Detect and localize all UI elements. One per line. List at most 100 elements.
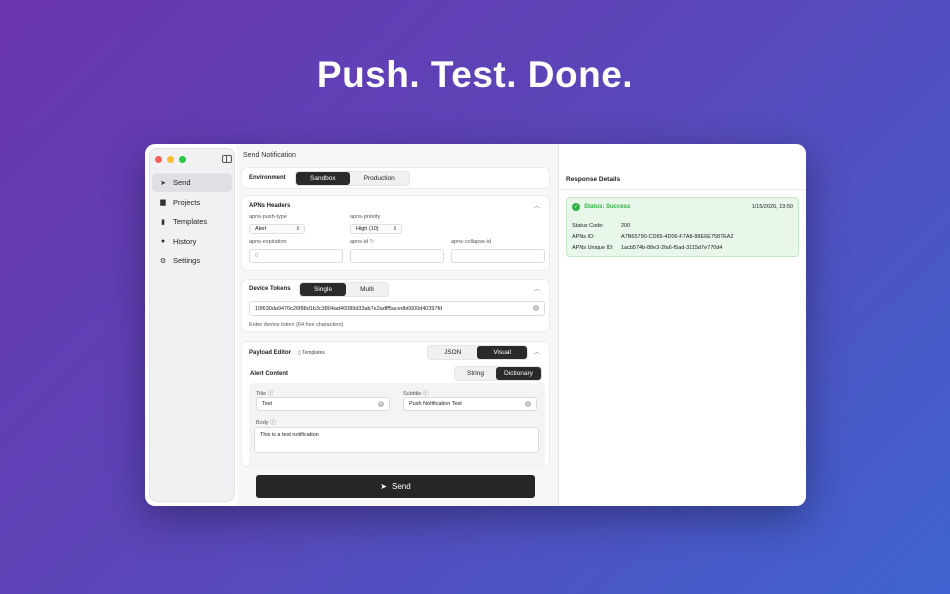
refresh-icon[interactable]: ↻ [370,239,375,245]
priority-value: High (10) [356,226,379,232]
info-icon: ⓘ [270,420,276,426]
paper-plane-icon: ➤ [160,179,166,187]
apns-unique-id-row: APNs Unique ID: 1acb574b-88e3-2fa6-f5ad-… [572,245,722,251]
apns-headers-card: APNs Headers ︿ apns-push-type Alert ⇕ ap… [241,195,550,271]
document-icon: ▯ [298,350,301,356]
payload-mode-selector: JSON Visual [427,345,528,360]
payload-mode-visual[interactable]: Visual [477,346,527,359]
sidebar-item-label: Send [173,178,191,187]
gear-icon: ⚙ [159,257,167,265]
apns-id-field[interactable] [350,249,444,263]
title-label: Title ⓘ [256,389,273,397]
content-type-dictionary[interactable]: Dictionary [495,367,541,380]
environment-selector: Sandbox Production [295,171,410,186]
apns-id-label-text: apns-id [350,239,369,245]
push-type-label: apns-push-type [249,214,287,220]
expiration-field[interactable]: 0 [249,249,343,263]
expiration-placeholder: 0 [255,253,259,259]
templates-link-label: Templates [302,350,325,356]
collapse-id-label: apns-collapse-id [451,239,492,245]
payload-editor-card: Payload Editor ▯ Templates JSON Visual ︿… [241,341,550,468]
send-button[interactable]: ➤ Send [256,475,535,498]
device-token-hint: Enter device token (64 hex characters) [249,322,344,328]
sidebar-item-label: Settings [173,256,201,265]
chevron-up-icon[interactable]: ︿ [534,201,540,210]
token-mode-multi[interactable]: Multi [346,283,388,296]
env-option-production[interactable]: Production [350,172,409,185]
response-panel: Response Details ✓ Status: Success 1/15/… [559,144,806,506]
status-text: Status: Success [584,204,631,210]
token-mode-single[interactable]: Single [300,283,347,296]
chevron-up-icon[interactable]: ︿ [534,347,540,356]
sidebar-item-history[interactable]: ● History [152,232,232,251]
zoom-window-button[interactable] [179,156,186,163]
apns-id-row: APNs ID: A7B65790-CD65-4D06-F7A8-88E6E75… [572,234,734,240]
templates-link[interactable]: ▯ Templates [298,350,325,356]
clock-icon: ● [160,237,166,245]
chevron-up-icon[interactable]: ︿ [534,284,540,293]
hero-headline: Push. Test. Done. [316,54,634,95]
folder-icon: ▆ [160,199,166,206]
sidebar-item-projects[interactable]: ▆ Projects [152,193,232,212]
paper-plane-icon: ➤ [380,482,387,491]
stepper-arrows-icon: ⇕ [295,226,300,232]
body-label-text: Body [256,420,269,426]
send-button-label: Send [392,482,411,491]
alert-content-label: Alert Content [250,371,288,377]
page-title: Send Notification [243,152,296,159]
sidebar-nav: ➤ Send ▆ Projects ▮ Templates ● History … [152,173,232,271]
device-tokens-title: Device Tokens [249,286,291,292]
device-token-value: 10f630da9470c26f88d1b3c3804ad46089d33ab7… [255,305,443,312]
payload-editor-title: Payload Editor [249,350,292,356]
apns-unique-id-value: 1acb574b-88e3-2fa6-f5ad-3115d7e770d4 [621,245,723,251]
sidebar-toggle-icon[interactable] [222,155,232,163]
stepper-arrows-icon: ⇕ [392,226,397,232]
close-window-button[interactable] [155,156,162,163]
subtitle-value: Push Notification Test [409,401,462,407]
env-option-sandbox[interactable]: Sandbox [296,172,350,185]
sidebar-item-settings[interactable]: ⚙ Settings [152,251,232,270]
collapse-id-field[interactable] [451,249,545,263]
sidebar-item-label: Templates [173,217,208,226]
subtitle-input[interactable]: Push Notification Test × [403,397,537,411]
minimize-window-button[interactable] [167,156,174,163]
sidebar-item-templates[interactable]: ▮ Templates [152,212,232,231]
clear-icon[interactable]: × [378,401,384,407]
clear-icon[interactable]: × [525,401,531,407]
response-title: Response Details [566,176,621,183]
push-type-select[interactable]: Alert ⇕ [249,224,305,234]
status-code-row: Status Code: 200 [572,223,630,229]
status-badge: ✓ Status: Success [572,203,630,211]
priority-label: apns-priority [350,214,381,220]
status-code-label: Status Code: [572,223,604,229]
content-type-selector: String Dictionary [454,366,542,381]
apns-id-response-value: A7B65790-CD65-4D06-F7A8-88E6E7587EA2 [621,234,734,240]
sidebar-item-label: History [173,236,197,246]
device-tokens-card: Device Tokens Single Multi ︿ 10f630da947… [241,279,550,332]
apns-unique-id-label: APNs Unique ID: [572,245,614,251]
body-textarea[interactable]: This is a test notification [254,427,539,453]
sidebar: ➤ Send ▆ Projects ▮ Templates ● History … [149,148,235,502]
apns-headers-title: APNs Headers [249,203,291,209]
response-card: ✓ Status: Success 1/15/2026, 19:50 Statu… [566,197,799,257]
body-value: This is a test notification [260,432,319,438]
apns-id-response-label: APNs ID: [572,234,595,240]
title-value: Test [262,401,273,407]
token-mode-selector: Single Multi [299,282,389,297]
app-window: ➤ Send ▆ Projects ▮ Templates ● History … [145,144,806,506]
expiration-label: apns-expiration [249,239,287,245]
window-controls [155,156,186,163]
device-token-input[interactable]: 10f630da9470c26f88d1b3c3804ad46089d33ab7… [249,301,545,316]
sidebar-item-send[interactable]: ➤ Send [152,173,232,192]
priority-select[interactable]: High (10) ⇕ [350,224,402,234]
title-input[interactable]: Test × [256,397,390,411]
clear-icon[interactable]: × [533,305,539,311]
subtitle-label: Subtitle ⓘ [403,389,428,397]
push-type-value: Alert [255,226,267,232]
payload-mode-json[interactable]: JSON [428,346,477,359]
content-type-string[interactable]: String [455,367,496,380]
body-label: Body ⓘ [256,418,276,426]
status-code-value: 200 [621,223,631,229]
sidebar-item-label: Projects [173,197,201,207]
divider [559,189,806,190]
